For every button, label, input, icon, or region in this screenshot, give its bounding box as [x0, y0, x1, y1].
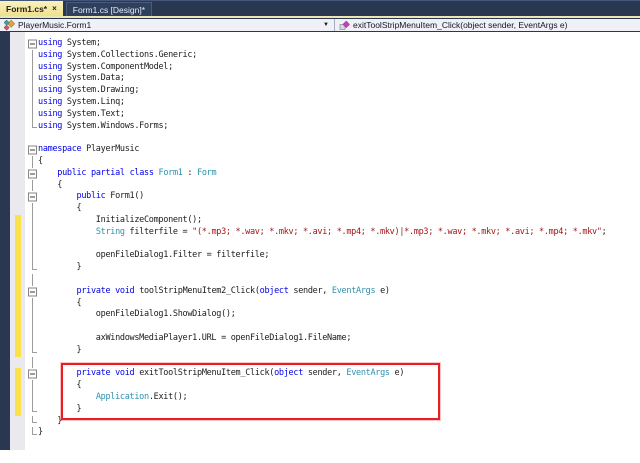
fold-gutter [28, 179, 39, 192]
code-line: { [0, 179, 640, 192]
code-line: { [0, 155, 640, 168]
fold-gutter [28, 144, 39, 156]
fold-gutter [28, 132, 39, 144]
members-dropdown-value: exitToolStripMenuItem_Click(object sende… [353, 20, 568, 30]
fold-gutter [28, 403, 39, 416]
close-icon[interactable]: × [52, 4, 57, 13]
fold-gutter [28, 250, 39, 262]
fold-gutter [28, 356, 39, 369]
code-line: using System.Linq; [0, 96, 640, 109]
fold-gutter [28, 427, 39, 439]
fold-gutter [28, 155, 39, 168]
fold-toggle-icon[interactable] [28, 39, 37, 49]
fold-gutter [28, 238, 39, 251]
fold-gutter [28, 226, 39, 239]
code-line: using System; [0, 38, 640, 50]
fold-gutter [28, 85, 39, 97]
fold-gutter [28, 214, 39, 227]
fold-toggle-icon[interactable] [28, 169, 37, 179]
fold-gutter [28, 309, 39, 321]
navigation-bar: PlayerMusic.Form1 ▼ exitToolStripMenuIte… [0, 18, 640, 32]
fold-gutter [28, 96, 39, 109]
code-line: } [0, 262, 640, 274]
fold-gutter [28, 286, 39, 298]
document-tabstrip: Form1.cs* × Form1.cs [Design]* [0, 0, 640, 16]
code-line: } [0, 344, 640, 357]
code-line: openFileDialog1.Filter = filterfile; [0, 250, 640, 262]
chevron-down-icon[interactable]: ▼ [323, 22, 330, 28]
fold-toggle-icon[interactable] [28, 192, 37, 202]
fold-toggle-icon[interactable] [28, 145, 37, 155]
code-line: { [0, 203, 640, 215]
code-line [0, 273, 640, 286]
code-line: axWindowsMediaPlayer1.URL = openFileDial… [0, 332, 640, 345]
code-line: public Form1() [0, 191, 640, 203]
fold-gutter [28, 415, 39, 428]
tab-form1-cs[interactable]: Form1.cs* × [0, 1, 63, 16]
fold-gutter [28, 273, 39, 286]
tab-label: Form1.cs* [6, 3, 48, 14]
code-line: using System.Windows.Forms; [0, 120, 640, 133]
fold-gutter [28, 61, 39, 74]
red-highlight-rectangle [61, 363, 440, 420]
method-icon [339, 20, 350, 31]
fold-gutter [28, 344, 39, 357]
code-line: using System.ComponentModel; [0, 61, 640, 74]
fold-gutter [28, 297, 39, 310]
code-line [0, 132, 640, 144]
code-line: } [0, 427, 640, 439]
code-line: using System.Drawing; [0, 85, 640, 97]
fold-gutter [28, 191, 39, 203]
fold-gutter [28, 380, 39, 392]
fold-gutter [28, 120, 39, 133]
fold-gutter [28, 108, 39, 121]
fold-gutter [28, 73, 39, 85]
vs-editor-window: Form1.cs* × Form1.cs [Design]* PlayerMus… [0, 0, 640, 463]
code-line [0, 321, 640, 333]
code-line: using System.Data; [0, 73, 640, 85]
fold-gutter [28, 49, 39, 62]
class-icon [4, 19, 15, 31]
code-line: public partial class Form1 : Form [0, 168, 640, 180]
types-dropdown[interactable]: PlayerMusic.Form1 ▼ [0, 19, 334, 31]
fold-gutter [28, 332, 39, 345]
code-editor[interactable]: using System; using System.Collections.Ge… [0, 32, 640, 463]
fold-gutter [28, 321, 39, 333]
code-line: using System.Text; [0, 108, 640, 121]
types-dropdown-value: PlayerMusic.Form1 [18, 20, 92, 30]
code-line: openFileDialog1.ShowDialog(); [0, 309, 640, 321]
code-line: using System.Collections.Generic; [0, 49, 640, 62]
members-dropdown[interactable]: exitToolStripMenuItem_Click(object sende… [334, 19, 640, 31]
fold-toggle-icon[interactable] [28, 287, 37, 297]
fold-gutter [28, 368, 39, 380]
fold-gutter [28, 203, 39, 215]
code-line: String filterfile = "(*.mp3; *.wav; *.mk… [0, 226, 640, 239]
tab-form1-cs-design[interactable]: Form1.cs [Design]* [65, 2, 153, 16]
code-line: { [0, 297, 640, 310]
code-line: namespace PlayerMusic [0, 144, 640, 156]
fold-gutter [28, 38, 39, 50]
fold-gutter [28, 168, 39, 180]
code-line [0, 238, 640, 251]
code-line: InitializeComponent(); [0, 214, 640, 227]
fold-gutter [28, 391, 39, 404]
tab-label: Form1.cs [Design]* [72, 4, 146, 15]
fold-gutter [28, 262, 39, 274]
fold-toggle-icon[interactable] [28, 369, 37, 379]
code-line: private void toolStripMenuItem2_Click(ob… [0, 286, 640, 298]
